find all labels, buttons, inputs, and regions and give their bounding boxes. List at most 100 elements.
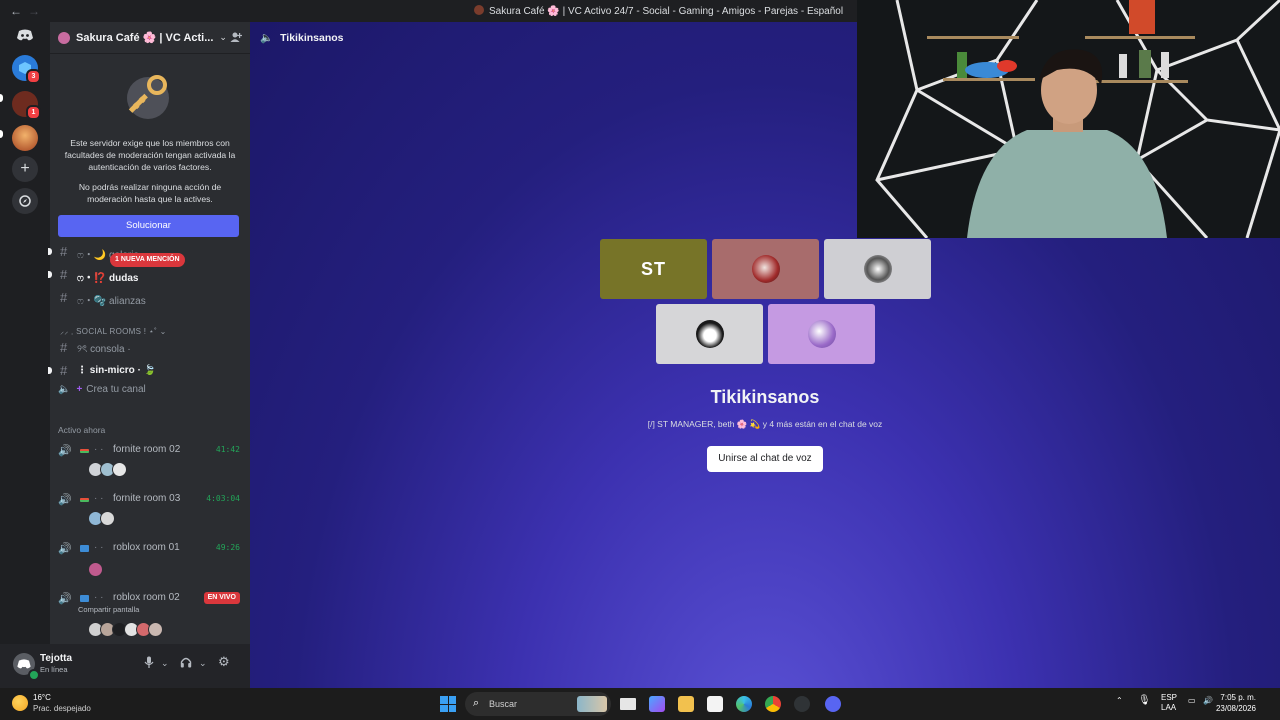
room-name: fornite room 02 xyxy=(113,444,181,455)
task-view-icon[interactable] xyxy=(620,698,636,710)
channel-prefix: ୨ৎ xyxy=(77,344,88,355)
taskbar: 16°C Prac. despejado ⌕ Buscar ⌃ 🎙 ESP LAA… xyxy=(0,688,1280,720)
key-icon xyxy=(127,75,169,119)
gear-icon[interactable]: ⚙ xyxy=(218,654,230,670)
weather-temp: 16°C xyxy=(33,693,51,702)
avatar xyxy=(148,622,163,637)
taskbar-search[interactable]: ⌕ Buscar xyxy=(465,692,611,716)
fix-button[interactable]: Solucionar xyxy=(58,215,239,237)
mfa-description: Este servidor exige que los miembros con… xyxy=(64,138,236,172)
store-app-icon[interactable] xyxy=(707,696,723,712)
weather-condition: Prac. despejado xyxy=(33,704,91,713)
text-channel-icon: # xyxy=(60,244,68,259)
search-highlight-image xyxy=(577,696,607,712)
explore-servers-icon[interactable] xyxy=(12,188,38,214)
avatar xyxy=(100,511,115,526)
participant-avatar xyxy=(807,320,836,348)
create-channel-item[interactable]: 🔈 + Crea tu canal xyxy=(58,384,146,395)
avatar xyxy=(88,562,103,577)
join-voice-button[interactable]: Unirse al chat de voz xyxy=(707,446,823,472)
speaker-icon: 🔊 xyxy=(58,494,72,506)
steam-app-icon[interactable] xyxy=(794,696,810,712)
channel-consola[interactable]: # ୨ৎ consola · xyxy=(50,338,250,358)
audio-options-chevron-icon[interactable]: ⌄ xyxy=(199,658,207,669)
server-icon-character[interactable] xyxy=(12,125,38,151)
file-explorer-icon[interactable] xyxy=(678,696,694,712)
channel-name: alianzas xyxy=(109,296,146,307)
tray-chevron-icon[interactable]: ⌃ xyxy=(1116,696,1123,705)
participant-tile[interactable] xyxy=(768,304,875,364)
speaker-icon: 🔈 xyxy=(58,384,71,395)
server-icon xyxy=(474,5,484,15)
channel-name: dudas xyxy=(109,273,139,284)
category-social-rooms[interactable]: ⸝⸝ 𓈒 SOCIAL ROOMS ! ⋆˚ ⌄ xyxy=(60,323,240,337)
mfa-warning: No podrás realizar ninguna acción de mod… xyxy=(78,182,222,204)
room-emoji-icon xyxy=(80,595,89,602)
user-status: En línea xyxy=(40,665,68,674)
channel-name: sin-micro · 🍃 xyxy=(89,365,157,376)
room-emoji-icon xyxy=(80,498,89,502)
channel-alianzas[interactable]: # ෆ・🫧 alianzas xyxy=(50,288,250,308)
room-participants xyxy=(88,462,127,477)
keyboard-layout: LAA xyxy=(1161,703,1177,712)
active-now-heading: Activo ahora xyxy=(58,425,106,435)
chrome-browser-icon[interactable] xyxy=(765,696,781,712)
volume-icon[interactable]: 🔊 xyxy=(1203,696,1213,705)
server-icon-sakura[interactable]: 1 xyxy=(12,91,41,120)
category-label: ⸝⸝ 𓈒 SOCIAL ROOMS ! ⋆˚ xyxy=(60,327,158,336)
participant-avatar xyxy=(863,255,892,283)
room-name: roblox room 02 xyxy=(113,592,180,603)
room-name: roblox room 01 xyxy=(113,542,180,553)
channel-prefix: ⋮ xyxy=(77,365,87,376)
invite-people-icon[interactable] xyxy=(230,31,243,46)
voice-channel-title: Tikikinsanos xyxy=(710,387,820,407)
participant-tile[interactable] xyxy=(656,304,763,364)
online-status-dot xyxy=(28,669,40,681)
discord-home-icon[interactable] xyxy=(12,22,38,48)
room-participants xyxy=(88,562,103,577)
chevron-down-icon: ⌄ xyxy=(159,327,167,336)
back-arrow-icon[interactable]: ← xyxy=(10,4,22,18)
headphones-icon[interactable] xyxy=(180,656,192,671)
weather-sun-icon xyxy=(12,695,28,711)
system-clock[interactable]: 7:05 p. m. 23/08/2026 xyxy=(1216,692,1256,714)
room-timer: 41:42 xyxy=(215,445,240,454)
channel-prefix: ෆ・🫧 xyxy=(77,296,107,307)
participant-avatar-text: ST xyxy=(640,258,666,279)
forward-arrow-icon[interactable]: → xyxy=(28,4,40,18)
participant-tile[interactable] xyxy=(824,239,931,299)
channel-name: consola · xyxy=(90,344,131,355)
tray-mic-icon[interactable]: 🎙 xyxy=(1138,695,1151,706)
discord-taskbar-icon[interactable] xyxy=(825,696,841,712)
edge-browser-icon[interactable] xyxy=(736,696,752,712)
participant-avatar xyxy=(751,255,780,283)
text-channel-icon: # xyxy=(60,340,68,355)
room-emoji-icon xyxy=(80,545,89,552)
speaker-icon: 🔊 xyxy=(58,593,72,605)
participant-tile[interactable] xyxy=(712,239,819,299)
room-name: fornite room 03 xyxy=(113,493,181,504)
participant-tile[interactable]: ST xyxy=(600,239,707,299)
language-indicator[interactable]: ESP LAA xyxy=(1161,693,1177,713)
network-icon[interactable]: ▭ xyxy=(1188,696,1196,705)
text-channel-icon: # xyxy=(60,267,68,282)
username[interactable]: Tejotta xyxy=(40,653,72,664)
server-icon-blue[interactable]: 3 xyxy=(12,55,41,84)
microphone-icon[interactable] xyxy=(144,656,154,671)
channel-sidebar: Sakura Café 🌸 | VC Acti... ⌄ Este servid… xyxy=(48,22,250,644)
speaker-icon: 🔊 xyxy=(58,543,72,555)
text-channel-icon: # xyxy=(60,363,68,378)
windows-start-icon[interactable] xyxy=(440,696,456,712)
channel-sin-micro[interactable]: # ⋮ sin-micro · 🍃 xyxy=(48,361,250,381)
room-timer: 4:03:04 xyxy=(206,494,240,503)
language-code: ESP xyxy=(1161,693,1178,702)
unread-pill xyxy=(0,94,3,102)
server-header[interactable]: Sakura Café 🌸 | VC Acti... ⌄ xyxy=(50,22,250,54)
channel-header: 🔈 Tikikinsanos xyxy=(260,31,344,44)
window-title: Sakura Café 🌸 | VC Activo 24/7 - Social … xyxy=(474,5,843,17)
voice-channel-icon: 🔈 xyxy=(260,32,274,44)
widgets-app-icon[interactable] xyxy=(649,696,665,712)
add-server-icon[interactable]: + xyxy=(12,156,38,182)
mic-options-chevron-icon[interactable]: ⌄ xyxy=(161,658,169,669)
channel-dudas[interactable]: # ෆ・⁉️ dudas xyxy=(48,265,250,285)
